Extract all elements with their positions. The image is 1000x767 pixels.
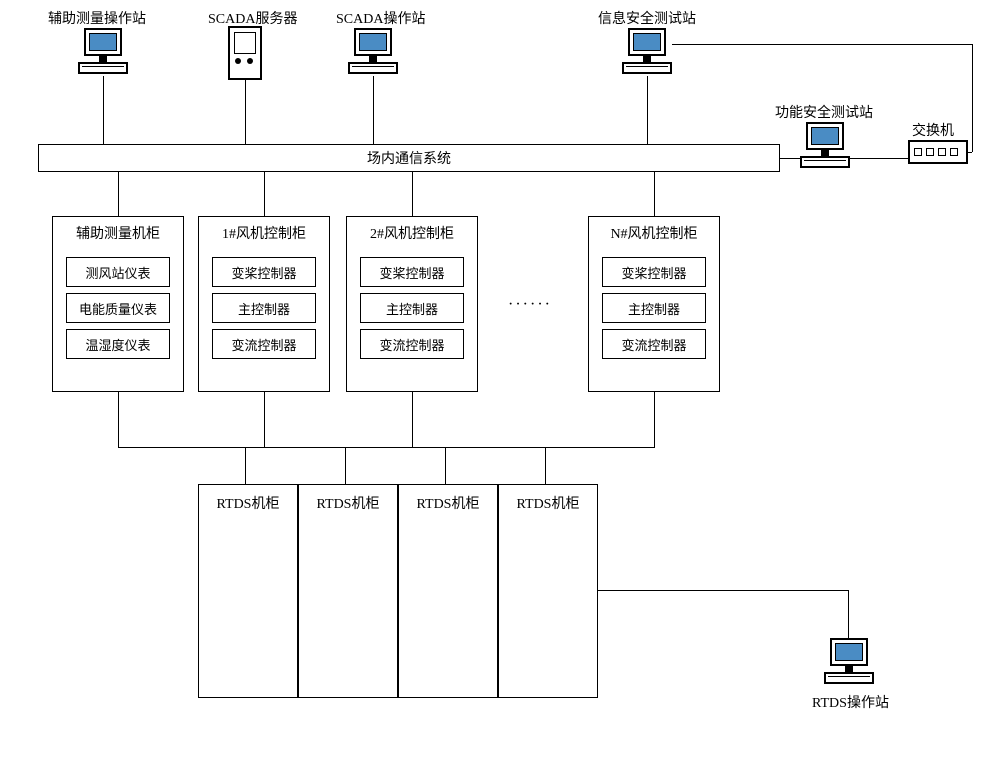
aux-cabinet-item: 测风站仪表 — [66, 257, 170, 287]
connector-line — [848, 590, 849, 638]
fanN-cabinet-item: 变桨控制器 — [602, 257, 706, 287]
connector-line — [972, 44, 973, 152]
rtds-cabinet: RTDS机柜 — [398, 484, 498, 698]
info-sec-station-label: 信息安全测试站 — [598, 8, 696, 28]
aux-cabinet: 辅助测量机柜 测风站仪表 电能质量仪表 温湿度仪表 — [52, 216, 184, 392]
rtds-cabinet: RTDS机柜 — [298, 484, 398, 698]
fanN-cabinet-title: N#风机控制柜 — [589, 217, 719, 251]
computer-icon — [348, 28, 398, 76]
ellipsis: ······ — [508, 296, 552, 314]
connector-line — [264, 172, 265, 216]
connector-line — [345, 447, 346, 484]
fan2-cabinet: 2#风机控制柜 变桨控制器 主控制器 变流控制器 — [346, 216, 478, 392]
bus-box: 场内通信系统 — [38, 144, 780, 172]
fanN-cabinet-item: 变流控制器 — [602, 329, 706, 359]
fan1-cabinet-item: 变桨控制器 — [212, 257, 316, 287]
connector-line — [850, 158, 908, 159]
server-icon — [228, 26, 262, 80]
switch-label: 交换机 — [912, 120, 954, 140]
connector-line — [245, 447, 246, 484]
connector-line — [103, 76, 104, 144]
connector-line — [373, 76, 374, 144]
bus-label: 场内通信系统 — [367, 148, 451, 168]
connector-line — [545, 447, 546, 484]
aux-station-label: 辅助测量操作站 — [48, 8, 146, 28]
connector-line — [654, 392, 655, 447]
computer-icon — [800, 122, 850, 170]
connector-line — [654, 172, 655, 216]
connector-line — [647, 76, 648, 144]
rtds-cabinet-label: RTDS机柜 — [517, 497, 580, 512]
rtds-cabinet-label: RTDS机柜 — [317, 497, 380, 512]
rtds-station-label: RTDS操作站 — [812, 692, 889, 712]
connector-line — [598, 590, 848, 591]
connector-line — [780, 158, 800, 159]
rtds-cabinet: RTDS机柜 — [498, 484, 598, 698]
func-safe-station-label: 功能安全测试站 — [775, 102, 873, 122]
fan1-cabinet-item: 主控制器 — [212, 293, 316, 323]
fan2-cabinet-item: 主控制器 — [360, 293, 464, 323]
connector-line — [264, 392, 265, 447]
fan2-cabinet-title: 2#风机控制柜 — [347, 217, 477, 251]
connector-line — [672, 44, 972, 45]
connector-line — [118, 447, 655, 448]
switch-icon — [908, 140, 968, 164]
rtds-cabinet-label: RTDS机柜 — [217, 497, 280, 512]
aux-cabinet-title: 辅助测量机柜 — [53, 217, 183, 251]
computer-icon — [824, 638, 874, 686]
fan1-cabinet: 1#风机控制柜 变桨控制器 主控制器 变流控制器 — [198, 216, 330, 392]
connector-line — [445, 447, 446, 484]
connector-line — [412, 392, 413, 447]
rtds-cabinet: RTDS机柜 — [198, 484, 298, 698]
connector-line — [245, 80, 246, 144]
fan1-cabinet-title: 1#风机控制柜 — [199, 217, 329, 251]
connector-line — [118, 392, 119, 447]
aux-cabinet-item: 温湿度仪表 — [66, 329, 170, 359]
fanN-cabinet: N#风机控制柜 变桨控制器 主控制器 变流控制器 — [588, 216, 720, 392]
fan2-cabinet-item: 变桨控制器 — [360, 257, 464, 287]
aux-cabinet-item: 电能质量仪表 — [66, 293, 170, 323]
connector-line — [118, 172, 119, 216]
computer-icon — [78, 28, 128, 76]
scada-server-label: SCADA服务器 — [208, 8, 297, 28]
rtds-cabinet-label: RTDS机柜 — [417, 497, 480, 512]
fan1-cabinet-item: 变流控制器 — [212, 329, 316, 359]
fan2-cabinet-item: 变流控制器 — [360, 329, 464, 359]
connector-line — [968, 152, 972, 153]
connector-line — [412, 172, 413, 216]
fanN-cabinet-item: 主控制器 — [602, 293, 706, 323]
computer-icon — [622, 28, 672, 76]
scada-station-label: SCADA操作站 — [336, 8, 425, 28]
